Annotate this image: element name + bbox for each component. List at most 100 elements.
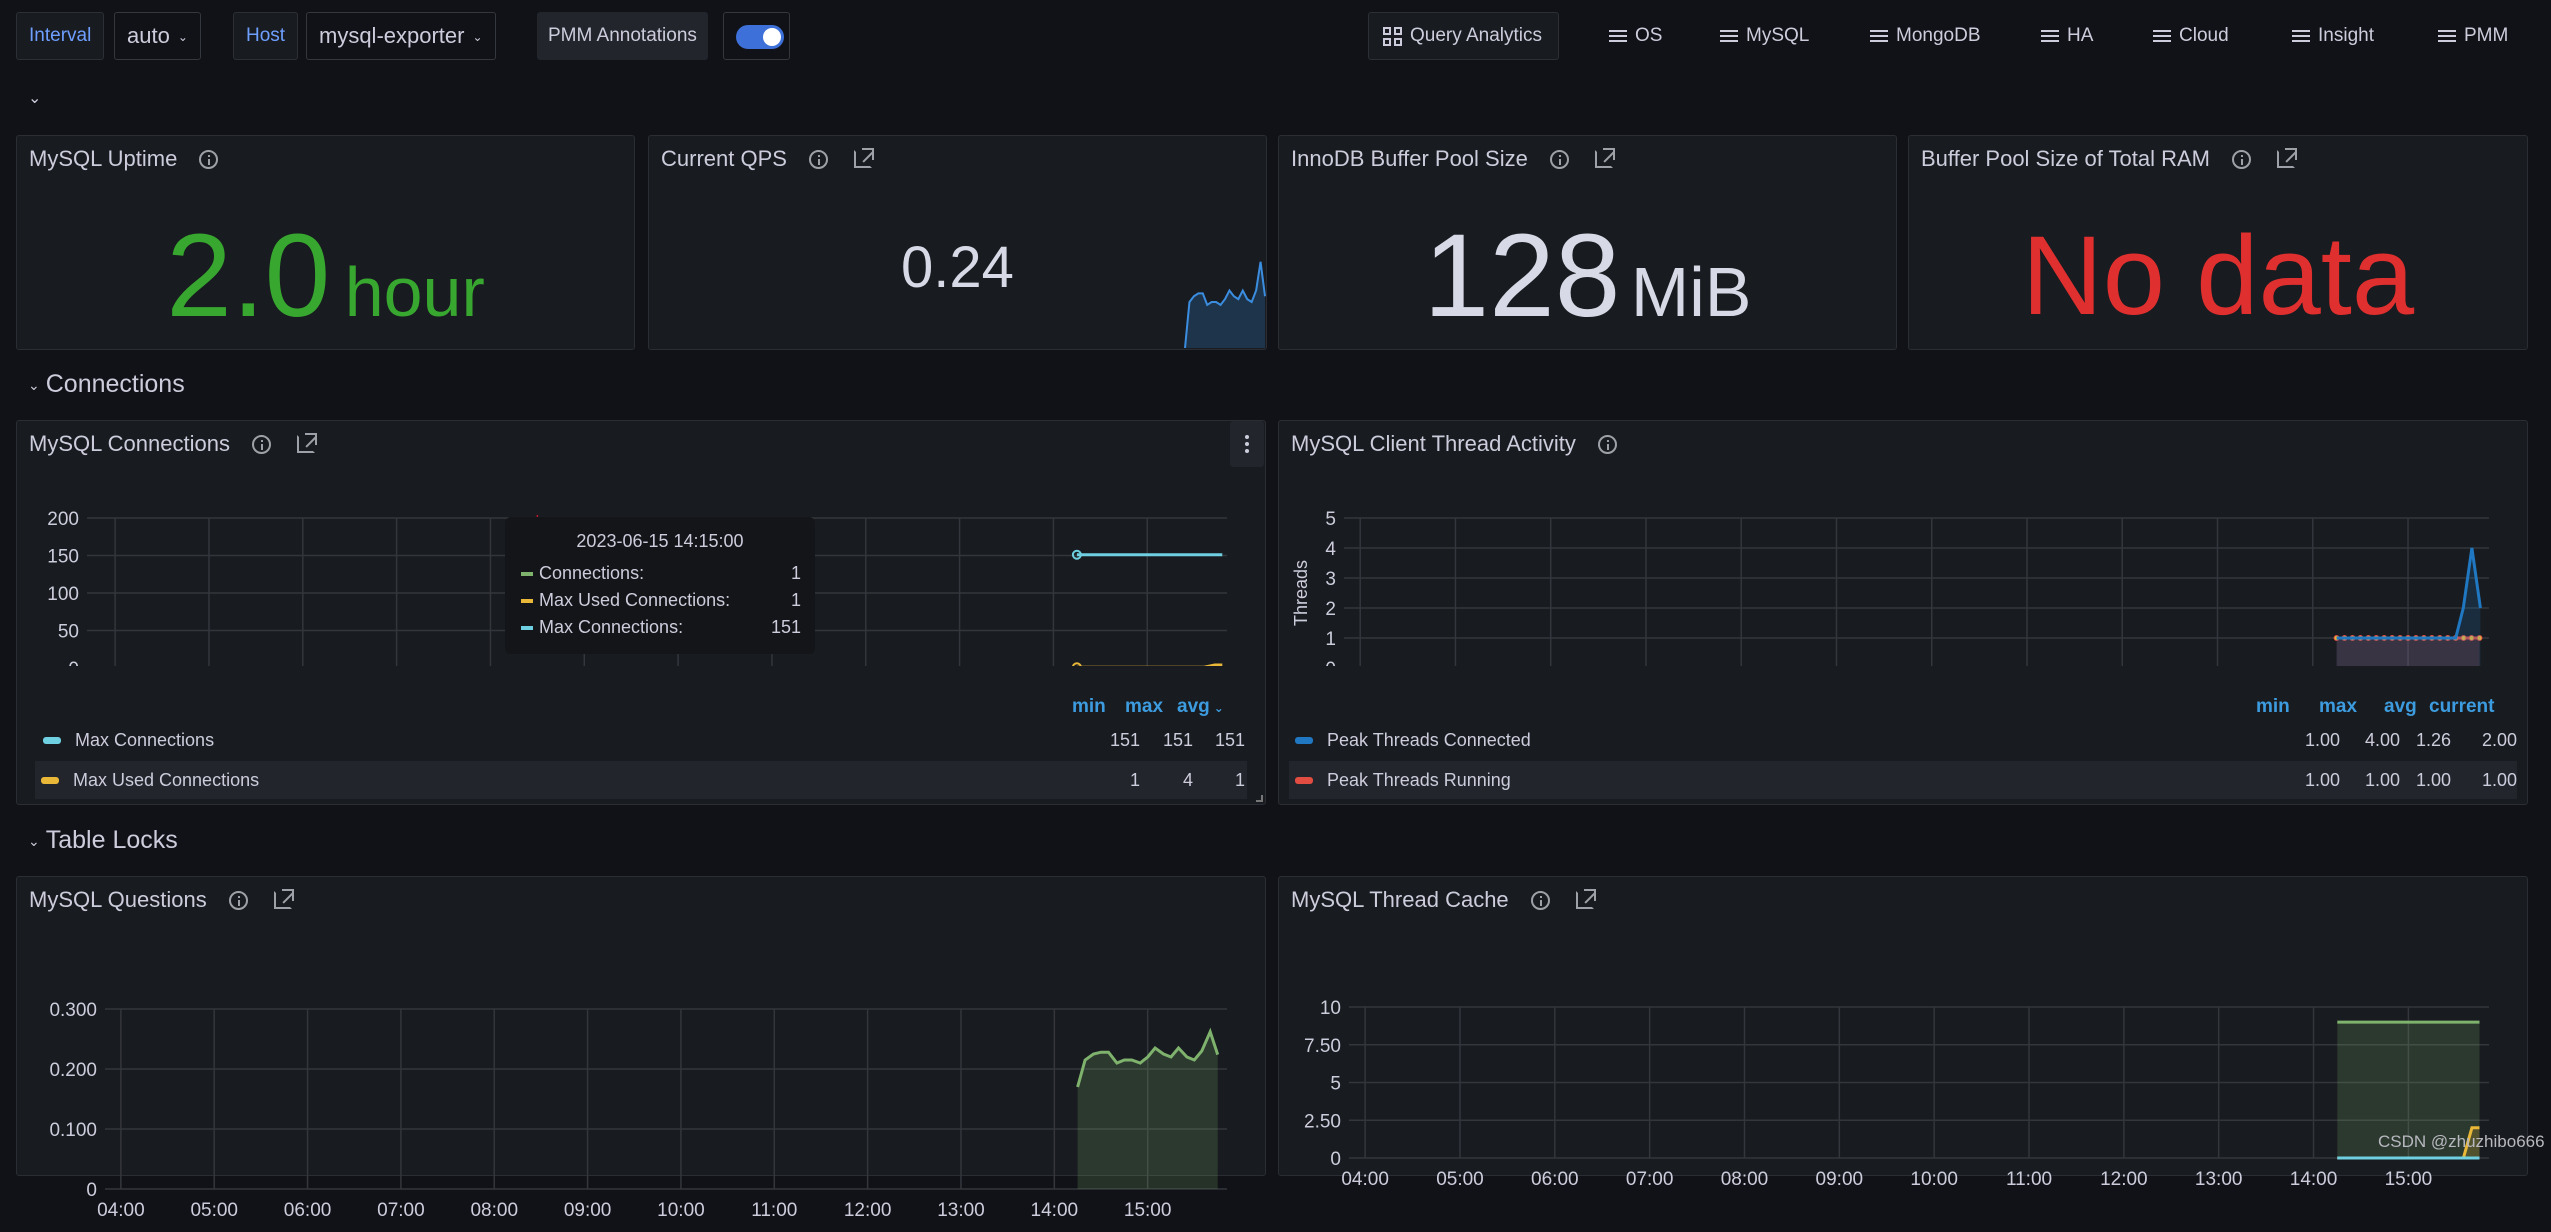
nav-mongodb[interactable]: MongoDB	[1862, 12, 1989, 60]
x-tick-label: 08:00	[470, 1200, 518, 1221]
menu-icon	[2292, 30, 2310, 42]
thread-activity-chart[interactable]: 01234504:0005:0006:0007:0008:0009:0010:0…	[1279, 476, 2529, 666]
legend-header-min[interactable]: min	[2256, 696, 2290, 718]
nav-cloud[interactable]: Cloud	[2145, 12, 2237, 60]
nav-label: Cloud	[2179, 25, 2229, 46]
panel-title: Buffer Pool Size of Total RAM	[1921, 146, 2210, 171]
tooltip-item: Max Connections: 151	[521, 617, 801, 641]
external-link-icon[interactable]	[2277, 148, 2297, 168]
tooltip-series-name: Connections:	[539, 563, 645, 583]
x-tick-label: 14:00	[1031, 1200, 1079, 1221]
tooltip-time: 2023-06-15 14:15:00	[576, 531, 744, 551]
info-icon[interactable]	[251, 434, 271, 454]
stat-value: 128 MiB	[1423, 210, 1752, 342]
nav-ha[interactable]: HA	[2033, 12, 2101, 60]
y-tick-label: 2.50	[1304, 1111, 1341, 1132]
x-tick-label: 10:00	[657, 1200, 705, 1221]
menu-icon	[1609, 30, 1627, 42]
interval-select[interactable]: auto ⌄	[114, 12, 201, 60]
external-link-icon[interactable]	[273, 889, 294, 909]
nav-label: MySQL	[1746, 25, 1810, 46]
y-tick-label: 100	[47, 584, 79, 605]
nav-pmm[interactable]: PMM	[2430, 12, 2516, 60]
interval-label: Interval	[16, 12, 105, 60]
y-tick-label: 200	[47, 509, 79, 530]
menu-icon	[2153, 30, 2171, 42]
legend-header-max[interactable]: max	[2319, 696, 2357, 718]
y-tick-label: 1	[1325, 629, 1336, 650]
stat-panel-buffer-pool-ram: Buffer Pool Size of Total RAM No data	[1908, 135, 2528, 350]
y-tick-label: 10	[1320, 998, 1341, 1019]
external-link-icon[interactable]	[1575, 889, 1596, 909]
y-tick-label: 4	[1325, 539, 1336, 560]
info-icon[interactable]	[2232, 149, 2251, 169]
panel-client-thread-activity: MySQL Client Thread Activity 01234504:00…	[1278, 420, 2528, 805]
y-tick-label: 0.100	[49, 1120, 97, 1141]
resize-handle[interactable]	[1256, 795, 1263, 802]
panel-title: MySQL Questions	[29, 887, 207, 912]
info-icon[interactable]	[199, 149, 219, 169]
questions-chart[interactable]: 0 0.100 0.200 0.300 04:00 05:00 06:00 07:00 08:0…	[17, 932, 1267, 1232]
legend-row[interactable]: Max Used Connections 1 4 1	[35, 761, 1247, 799]
stat-panel-current-qps: Current QPS 0.24	[648, 135, 1267, 350]
menu-icon	[2041, 30, 2059, 42]
collapse-controls-chevron-icon[interactable]: ⌄	[28, 88, 41, 108]
tooltip-item: Connections: 1	[521, 563, 801, 587]
sparkline-area	[1185, 261, 1265, 348]
host-select[interactable]: mysql-exporter ⌄	[306, 12, 496, 60]
info-icon[interactable]	[1530, 890, 1550, 910]
row-connections[interactable]: ⌄ Connections	[28, 370, 185, 399]
x-tick-label: 09:00	[564, 1200, 612, 1221]
x-tick-label: 13:00	[937, 1200, 985, 1221]
legend-row[interactable]: Max Connections 151 151 151	[37, 721, 1245, 759]
panel-mysql-connections: MySQL Connections 05010015020004:0005:00…	[16, 420, 1266, 805]
legend-header-avg[interactable]: avg ⌄	[1177, 696, 1224, 718]
watermark: CSDN @zhuzhibo666	[2378, 1132, 2545, 1151]
series-color-swatch	[1295, 737, 1313, 744]
y-tick-label: 7.50	[1304, 1036, 1341, 1057]
row-table-locks[interactable]: ⌄ Table Locks	[28, 826, 178, 855]
info-icon[interactable]	[808, 149, 828, 169]
legend-header-current[interactable]: current	[2429, 696, 2494, 718]
chart-tooltip: 2023-06-15 14:15:00 Connections: 1 Max Use…	[505, 517, 815, 654]
toggle-knob	[763, 28, 781, 46]
external-link-icon[interactable]	[296, 433, 317, 453]
info-icon[interactable]	[228, 890, 248, 910]
legend-row[interactable]: Peak Threads Connected 1.00 4.00 1.26 2.…	[1289, 721, 2517, 759]
y-tick-label: 3	[1325, 569, 1336, 590]
x-tick-label: 15:00	[1124, 1200, 1172, 1221]
stat-value: 2.0 hour	[166, 210, 485, 342]
nav-os[interactable]: OS	[1601, 12, 1670, 60]
chevron-down-icon: ⌄	[177, 30, 188, 45]
annotations-toggle[interactable]	[736, 25, 784, 49]
panel-menu-button[interactable]	[1230, 421, 1264, 467]
panel-title: MySQL Uptime	[29, 146, 178, 171]
legend-row[interactable]: Peak Threads Running 1.00 1.00 1.00 1.00	[1289, 761, 2517, 799]
info-icon[interactable]	[1597, 434, 1617, 454]
info-icon[interactable]	[1549, 149, 1569, 169]
nav-insight[interactable]: Insight	[2284, 12, 2382, 60]
panel-mysql-questions: MySQL Questions 0 0.100 0.200 0.300 04:00 05:…	[16, 876, 1266, 1221]
x-tick-label: 05:00	[190, 1200, 238, 1221]
series-line	[1076, 663, 1223, 666]
series-color-swatch	[43, 737, 61, 744]
x-tick-label: 14:00	[2290, 1169, 2338, 1190]
panel-title: InnoDB Buffer Pool Size	[1291, 146, 1528, 171]
legend-header-avg[interactable]: avg	[2384, 696, 2417, 718]
external-link-icon[interactable]	[853, 148, 874, 168]
legend-header-max[interactable]: max	[1125, 696, 1163, 718]
series-color-swatch	[521, 626, 533, 630]
nav-label: MongoDB	[1896, 25, 1981, 46]
nav-mysql[interactable]: MySQL	[1712, 12, 1817, 60]
tooltip-item: Max Used Connections: 1	[521, 590, 801, 614]
qps-sparkline	[1184, 261, 1266, 348]
legend-header-min[interactable]: min	[1072, 696, 1106, 718]
chevron-down-icon: ⌄	[28, 832, 40, 849]
thread-cache-chart[interactable]: 02.5057.501004:00 05:00 06:00 07:00 08:00 09:…	[1279, 932, 2529, 1232]
y-tick-label: 0	[68, 659, 79, 666]
external-link-icon[interactable]	[1594, 148, 1615, 168]
nav-query-analytics[interactable]: Query Analytics	[1368, 12, 1559, 60]
x-tick-label: 10:00	[1910, 1169, 1958, 1190]
menu-icon	[1720, 30, 1738, 42]
y-tick-label: 5	[1330, 1074, 1341, 1095]
